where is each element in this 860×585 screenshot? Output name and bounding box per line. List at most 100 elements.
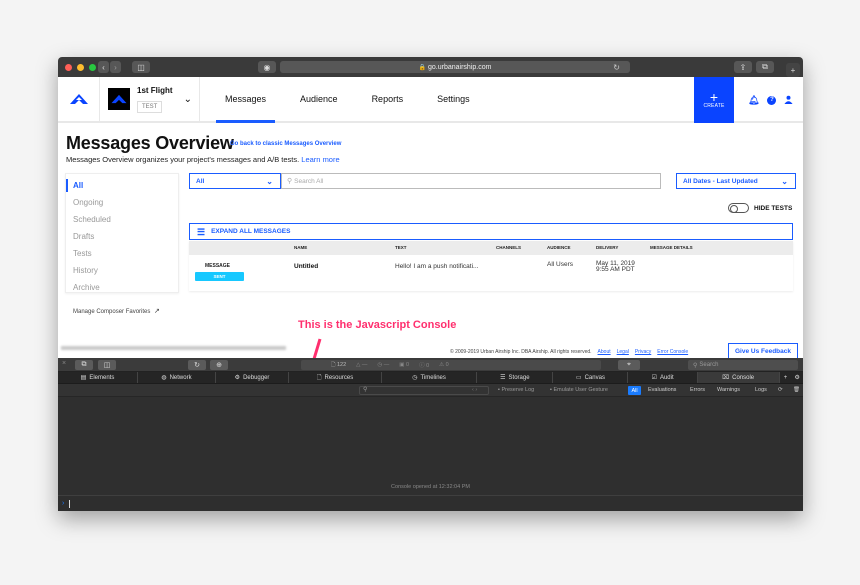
home-logo[interactable] [58,77,100,121]
tabs-button[interactable]: ⧉ [756,61,774,73]
date-filter-value: All Dates - Last Updated [683,177,758,185]
expand-all-button[interactable]: ☰ EXPAND ALL MESSAGES [189,223,793,240]
download-archive-button[interactable]: ⊕ [210,360,228,370]
nav-messages[interactable]: Messages [208,77,283,123]
filter-evaluations[interactable]: Evaluations [648,387,676,393]
footer-link-legal[interactable]: Legal [617,349,629,355]
footer-link-about[interactable]: About [598,349,611,355]
column-text[interactable]: TEXT [395,245,407,250]
hide-tests-toggle[interactable]: HIDE TESTS [728,203,792,213]
new-tab-button[interactable]: + [786,63,800,77]
tabs-icon: ⧉ [762,62,768,71]
tab-audit[interactable]: ☑ Audit [628,372,698,383]
emulate-gesture-checkbox[interactable]: ▪ Emulate User Gesture [550,387,608,393]
tab-console[interactable]: ⌧ Console [697,372,780,383]
dock-side-button[interactable]: ◫ [98,360,116,370]
preserve-log-checkbox[interactable]: ▪ Preserve Log [498,387,534,393]
learn-more-link[interactable]: Learn more [301,155,339,164]
project-avatar [108,88,130,110]
feedback-button[interactable]: Give Us Feedback [728,343,798,359]
trash-icon[interactable]: 🗑︎ [793,387,800,393]
type-filter-select[interactable]: All ⌄ [189,173,281,189]
manage-favorites-link[interactable]: Manage Composer Favorites ↗ [73,307,160,315]
tab-storage[interactable]: ☰ Storage [477,372,554,383]
message-name[interactable]: Untitled [294,263,318,270]
user-icon[interactable] [784,95,793,106]
privacy-button[interactable]: ◉ [258,61,276,73]
minimize-window-button[interactable] [77,63,84,71]
footer-link-error-console[interactable]: Error Console [657,349,688,355]
nav-audience[interactable]: Audience [283,77,355,121]
sidebar-item-ongoing[interactable]: Ongoing [66,194,178,211]
reload-icon[interactable]: ↻ [613,63,620,72]
expand-all-label: EXPAND ALL MESSAGES [211,228,291,235]
warning-count[interactable]: ⚠ 0 [439,362,449,368]
sidebar-item-archive[interactable]: Archive [66,279,178,296]
column-channels[interactable]: CHANNELS [496,245,521,250]
chevron-down-icon[interactable]: ⌄ [184,94,192,105]
console-filter-bar: ⚲ ‹ › ▪ Preserve Log ▪ Emulate User Gest… [58,384,803,397]
share-button[interactable]: ⇪ [734,61,752,73]
column-audience[interactable]: AUDIENCE [547,245,571,250]
filter-logs[interactable]: Logs [755,387,767,393]
detach-button[interactable]: ⧉ [75,360,93,370]
message-type: MESSAGE [205,263,231,269]
project-name: 1st Flight [137,85,173,95]
search-input[interactable]: ⚲ Search All [281,173,661,189]
column-message-details[interactable]: MESSAGE DETAILS [650,245,693,250]
console-filter-input[interactable]: ⚲ [359,386,489,395]
message-text: Hello! I am a push notificati... [395,263,479,270]
table-row[interactable]: MESSAGE SENT Untitled Hello! I am a push… [189,255,793,291]
create-button[interactable]: + CREATE [694,77,734,123]
back-button[interactable]: ‹ [98,61,109,73]
column-name[interactable]: NAME [294,245,307,250]
bell-icon[interactable]: 🔔︎ [748,95,759,106]
console-prompt-input[interactable]: › [58,495,803,511]
toggle-switch[interactable] [728,203,749,213]
audit-icon: ☑ [651,375,657,381]
filter-all[interactable]: All [628,386,641,395]
error-count[interactable]: ⓘ 0 [419,361,429,369]
tab-debugger[interactable]: ⚙ Debugger [216,372,290,383]
filter-warnings[interactable]: Warnings [717,387,740,393]
help-icon[interactable]: ? [767,95,777,105]
forward-button[interactable]: › [110,61,121,73]
nav-reports[interactable]: Reports [355,77,421,121]
reload-page-button[interactable]: ↻ [188,360,206,370]
sidebar-item-all[interactable]: All [66,177,178,194]
close-inspector-icon[interactable]: × [62,360,66,367]
footer: © 2009-2019 Urban Airship Inc. DBA Airsh… [450,349,688,355]
search-icon: ⚲ [363,387,368,393]
close-window-button[interactable] [65,63,72,71]
column-delivery[interactable]: DELIVERY [596,245,618,250]
sidebar-item-drafts[interactable]: Drafts [66,228,178,245]
add-tab-button[interactable]: + [780,372,792,383]
tab-canvas[interactable]: ▭ Canvas [553,372,629,383]
footer-link-privacy[interactable]: Privacy [635,349,651,355]
tab-resources[interactable]: 🗋 Resources [289,372,382,383]
inspector-settings-button[interactable]: ⚙ [791,372,803,383]
sidebar-toggle-button[interactable]: ◫ [132,61,150,73]
clear-console-icon[interactable]: ⟳ [778,387,783,393]
log-count[interactable]: ▣ 0 [399,362,409,368]
sidebar-item-tests[interactable]: Tests [66,245,178,262]
prompt-chevron-icon: › [62,500,65,507]
sidebar-item-scheduled[interactable]: Scheduled [66,211,178,228]
project-switcher[interactable]: 1st Flight TEST ⌄ [100,77,200,121]
inspector-search-input[interactable]: ⚲ Search [688,360,798,370]
address-bar[interactable]: 🔒 go.urbanairship.com ↻ [280,61,630,73]
classic-overview-link[interactable]: Go back to classic Messages Overview [230,141,341,147]
sidebar-item-history[interactable]: History [66,262,178,279]
search-icon: ⚲ [693,362,698,369]
zoom-window-button[interactable] [89,63,96,71]
filter-errors[interactable]: Errors [690,387,705,393]
date-filter-select[interactable]: All Dates - Last Updated ⌄ [676,173,796,189]
nav-settings[interactable]: Settings [420,77,487,121]
tab-network[interactable]: ◍ Network [138,372,216,383]
inspector-tabs: ▤ Elements ◍ Network ⚙ Debugger 🗋 Resources … [58,372,803,384]
tab-timelines[interactable]: ◷ Timelines [382,372,478,383]
element-picker-button[interactable]: ⌖ [618,360,640,370]
tab-elements[interactable]: ▤ Elements [58,372,138,383]
load-size: △ — [356,362,368,368]
previous-result-button[interactable]: ‹ › [472,387,477,393]
